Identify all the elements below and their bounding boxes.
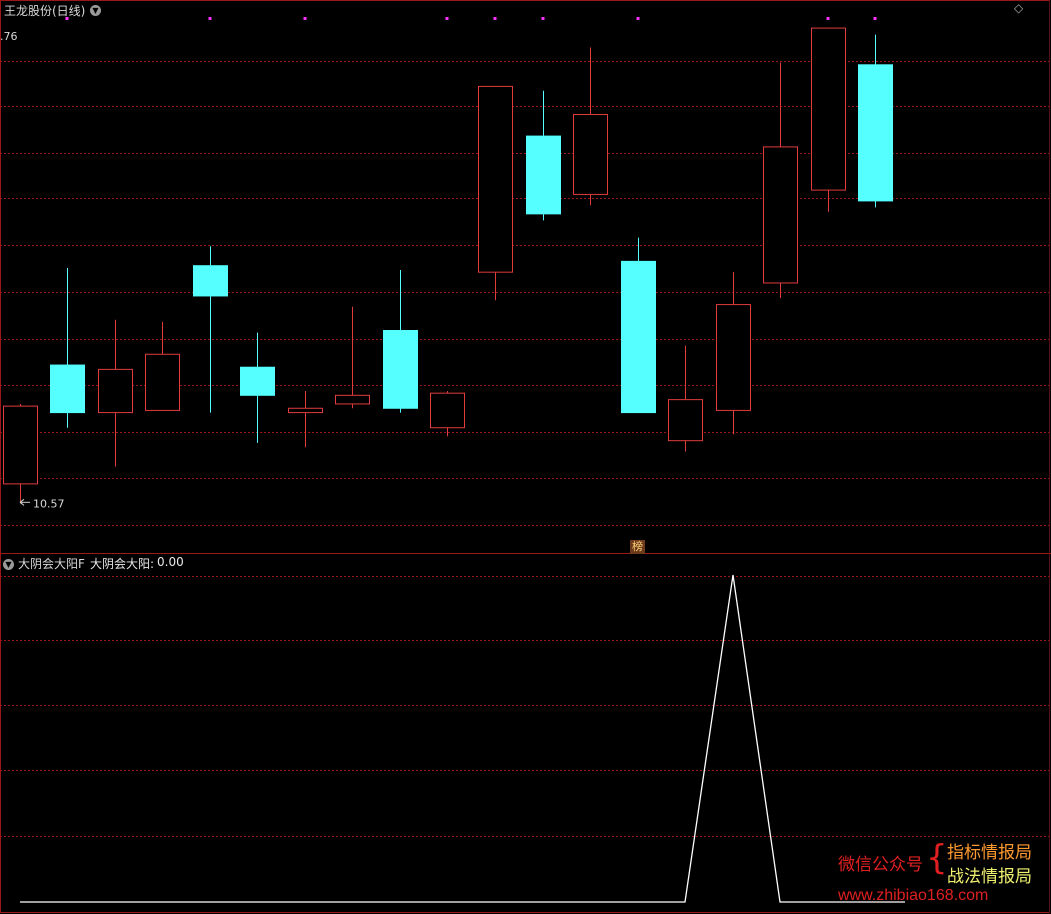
watermark-line3: 战法情报局 <box>947 867 1032 887</box>
signal-marker <box>208 17 212 20</box>
stock-title: 王龙股份(日线) <box>4 4 86 18</box>
candle-body <box>3 405 38 485</box>
indicator-label: 大阴会大阳: <box>90 557 155 571</box>
candle-body <box>430 392 465 429</box>
candle-body <box>50 364 85 414</box>
candle-body <box>716 304 751 411</box>
watermark-brace: { <box>926 838 948 878</box>
rank-badge[interactable]: 榜 <box>630 540 645 554</box>
candle-body <box>573 113 608 195</box>
min-price-label: 10.57 <box>33 497 65 510</box>
watermark-url: www.zhibiao168.com <box>838 887 989 904</box>
candle-body <box>478 85 513 273</box>
chevron-down-icon[interactable]: ▼ <box>90 3 101 17</box>
candle-body <box>193 265 228 297</box>
diamond-icon[interactable]: ◇ <box>1014 1 1023 15</box>
signal-marker <box>303 17 307 20</box>
signal-marker <box>636 17 640 20</box>
candle-body <box>383 330 418 409</box>
indicator-line <box>20 574 905 903</box>
candle-body <box>526 135 561 215</box>
chevron-down-icon[interactable]: ▼ <box>3 557 14 571</box>
watermark-line2: 指标情报局 <box>947 843 1032 863</box>
indicator-value: 0.00 <box>157 555 184 569</box>
signal-marker <box>873 17 877 20</box>
candle-body <box>763 146 798 284</box>
candle-body <box>811 27 846 191</box>
candle-body <box>288 407 323 414</box>
candle-body <box>98 368 133 414</box>
candle-body <box>621 260 656 414</box>
signal-marker <box>445 17 449 20</box>
chart-canvas[interactable]: 12.76 10.57 <box>0 0 1051 914</box>
candle-body <box>240 366 275 396</box>
watermark-wechat: 微信公众号 <box>838 855 923 875</box>
signal-marker <box>826 17 830 20</box>
candle-body <box>145 353 180 411</box>
candle-body <box>858 64 893 202</box>
candle-body <box>335 394 370 405</box>
candle-body <box>668 399 703 442</box>
signal-marker <box>493 17 497 20</box>
indicator-name: 大阴会大阳F <box>18 557 85 571</box>
signal-marker <box>541 17 545 20</box>
max-price-label: 12.76 <box>0 30 18 43</box>
